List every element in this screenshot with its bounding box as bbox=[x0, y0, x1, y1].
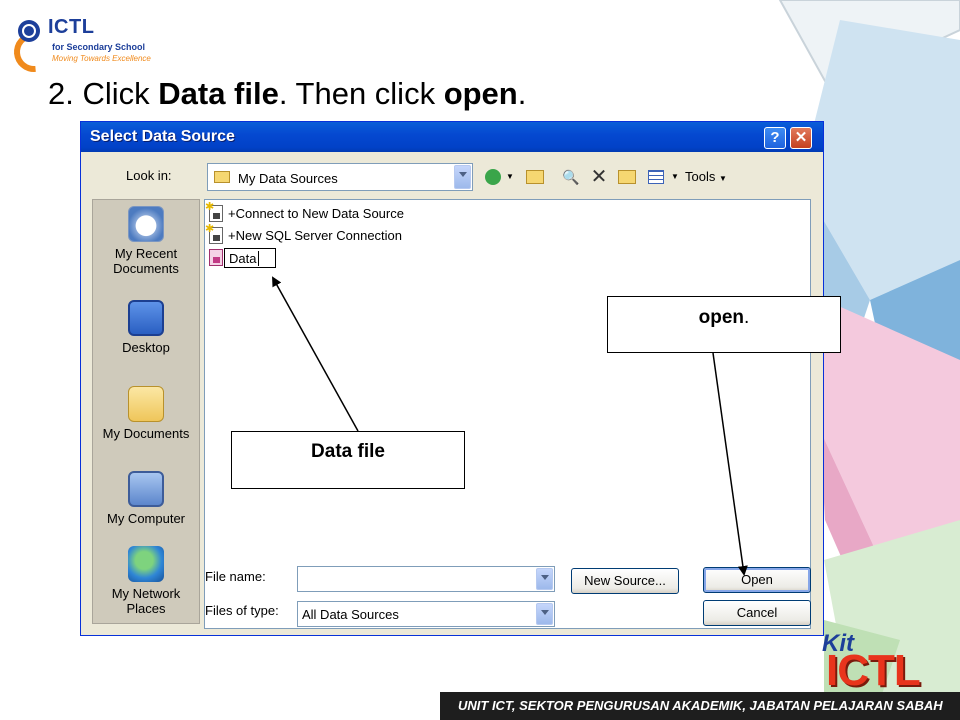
open-button[interactable]: Open bbox=[703, 567, 811, 593]
logo-brand: ICTL bbox=[48, 16, 95, 38]
new-folder-icon bbox=[618, 170, 636, 184]
tools-label: Tools bbox=[685, 169, 716, 184]
rename-field[interactable]: Data bbox=[224, 248, 276, 268]
recent-documents-icon bbox=[128, 206, 164, 242]
file-name-label: File name: bbox=[205, 569, 266, 584]
logo-ictl-text: ICTL bbox=[826, 646, 921, 695]
places-bar: My Recent Documents Desktop My Documents… bbox=[92, 199, 200, 624]
logo-subtitle: for Secondary School bbox=[52, 42, 146, 52]
globe-icon bbox=[18, 20, 40, 42]
back-button[interactable] bbox=[483, 165, 503, 189]
title-prefix: 2. Click bbox=[48, 76, 159, 111]
callout-data-text: Data file bbox=[311, 441, 385, 462]
back-icon bbox=[485, 169, 501, 185]
search-web-icon: 🔍 bbox=[562, 169, 580, 185]
new-source-button[interactable]: New Source... bbox=[571, 568, 679, 594]
logo-tagline: Moving Towards Excellence bbox=[52, 54, 151, 63]
look-in-value: My Data Sources bbox=[238, 171, 338, 186]
place-label: My Network Places bbox=[111, 586, 181, 616]
dialog-titlebar[interactable]: Select Data Source ? ✕ bbox=[81, 122, 823, 152]
dialog-title: Select Data Source bbox=[90, 128, 235, 145]
place-label: Desktop bbox=[122, 340, 170, 355]
look-in-label: Look in: bbox=[126, 168, 172, 183]
file-name: Data bbox=[229, 251, 257, 266]
up-folder-button[interactable] bbox=[523, 165, 547, 189]
place-label: My Documents bbox=[102, 426, 190, 441]
file-name: +Connect to New Data Source bbox=[228, 206, 404, 221]
views-dropdown-button[interactable]: ▼ bbox=[670, 165, 680, 189]
place-desktop[interactable]: Desktop bbox=[93, 300, 199, 355]
close-button[interactable]: ✕ bbox=[790, 127, 812, 149]
file-list[interactable]: ✱ +Connect to New Data Source ✱ +New SQL… bbox=[204, 199, 811, 629]
title-bold-open: open bbox=[443, 76, 518, 111]
up-folder-icon bbox=[526, 170, 544, 184]
folder-icon bbox=[214, 171, 230, 183]
back-dropdown-button[interactable]: ▼ bbox=[505, 165, 515, 189]
place-my-computer[interactable]: My Computer bbox=[93, 471, 199, 526]
help-button[interactable]: ? bbox=[764, 127, 786, 149]
files-of-type-dropdown[interactable]: All Data Sources bbox=[297, 601, 555, 627]
callout-open-text: open bbox=[698, 307, 745, 328]
callout-data-file: Data file bbox=[231, 431, 465, 489]
callout-open-dot: . bbox=[744, 307, 750, 328]
chevron-down-icon[interactable] bbox=[454, 165, 471, 189]
file-name-field[interactable] bbox=[297, 566, 555, 592]
new-star-icon: ✱ bbox=[205, 223, 215, 235]
chevron-down-icon[interactable] bbox=[536, 603, 553, 625]
text-caret bbox=[258, 251, 259, 266]
place-my-documents[interactable]: My Documents bbox=[93, 386, 199, 441]
callout-open: open. bbox=[607, 296, 841, 353]
kit-ictl-logo: Kit ICTL bbox=[818, 630, 948, 695]
title-end: . bbox=[517, 76, 527, 111]
views-button[interactable] bbox=[645, 165, 667, 189]
delete-icon: ✕ bbox=[590, 166, 608, 188]
tools-menu[interactable]: Tools ▼ bbox=[685, 165, 733, 189]
footer-text: UNIT ICT, SEKTOR PENGURUSAN AKADEMIK, JA… bbox=[458, 698, 943, 713]
select-data-source-dialog: Select Data Source ? ✕ Look in: My Data … bbox=[80, 121, 824, 636]
files-of-type-value: All Data Sources bbox=[302, 607, 399, 622]
my-computer-icon bbox=[128, 471, 164, 507]
place-label: My Recent Documents bbox=[113, 246, 179, 276]
data-file-icon bbox=[209, 249, 223, 266]
chevron-down-icon: ▼ bbox=[718, 174, 727, 183]
new-folder-button[interactable] bbox=[615, 165, 639, 189]
delete-button[interactable]: ✕ bbox=[587, 165, 611, 189]
place-label: My Computer bbox=[106, 511, 186, 526]
place-my-recent-documents[interactable]: My Recent Documents bbox=[93, 206, 199, 276]
desktop-icon bbox=[128, 300, 164, 336]
place-my-network-places[interactable]: My Network Places bbox=[93, 546, 199, 616]
chevron-down-icon[interactable] bbox=[536, 568, 553, 590]
ictl-logo: ICTL for Secondary School Moving Towards… bbox=[5, 14, 168, 81]
look-in-dropdown[interactable]: My Data Sources bbox=[207, 163, 473, 191]
title-middle: . Then click bbox=[278, 76, 444, 111]
network-places-icon bbox=[128, 546, 164, 582]
cancel-button[interactable]: Cancel bbox=[703, 600, 811, 626]
views-icon bbox=[648, 170, 664, 184]
slide-title: 2. Click Data file. Then click open. bbox=[48, 76, 526, 112]
title-bold-data-file: Data file bbox=[158, 76, 279, 111]
search-web-button[interactable]: 🔍 bbox=[559, 165, 583, 189]
new-star-icon: ✱ bbox=[205, 201, 215, 213]
files-of-type-label: Files of type: bbox=[205, 603, 279, 618]
my-documents-icon bbox=[128, 386, 164, 422]
file-name: +New SQL Server Connection bbox=[228, 228, 403, 243]
